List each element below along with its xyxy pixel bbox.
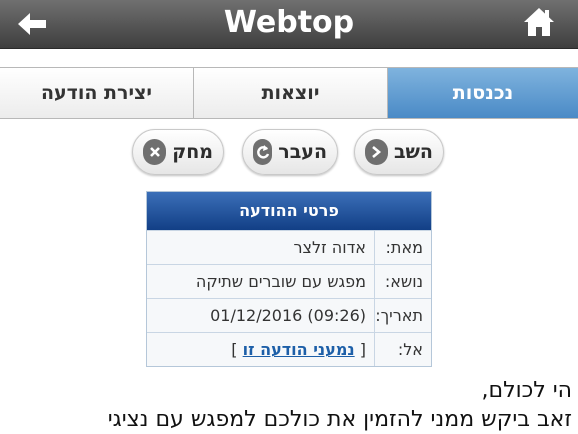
subject-value: מפגש עם שוברים שתיקה: [147, 265, 375, 298]
details-header: פרטי ההודעה: [147, 192, 431, 230]
to-value: [ נמעני הודעה זו ]: [147, 333, 375, 366]
to-bracket-open: [: [359, 340, 366, 359]
to-key: אל:: [397, 340, 423, 359]
date-text: 01/12/2016 (09:26): [210, 306, 366, 325]
message-actions: השב העבר מחק: [0, 129, 578, 177]
details-row-subject: נושא: מפגש עם שוברים שתיקה: [147, 264, 431, 298]
date-key: תאריך:: [375, 306, 423, 325]
message-details-table: פרטי ההודעה מאת: אדוה זלצר נושא: מפגש עם…: [146, 191, 432, 367]
delete-label: מחק: [172, 141, 213, 163]
tab-inbox[interactable]: נכנסות: [388, 68, 578, 118]
forward-label: העבר: [278, 141, 327, 163]
from-value: אדוה זלצר: [147, 231, 375, 264]
to-bracket-close: ]: [231, 340, 238, 359]
details-row-to: אל: [ נמעני הודעה זו ]: [147, 332, 431, 366]
reply-label: השב: [393, 141, 433, 163]
recipients-link[interactable]: נמעני הודעה זו: [243, 340, 355, 359]
mail-tabs: יצירת הודעה יוצאות נכנסות: [0, 67, 578, 119]
top-bar: Webtop: [0, 0, 578, 49]
forward-button[interactable]: העבר: [242, 129, 338, 175]
body-line-1: הי לכולם,: [481, 378, 572, 403]
message-body: הי לכולם, זאב ביקש ממני להזמין את כולכם …: [6, 376, 572, 434]
chevron-right-icon: [365, 139, 388, 165]
close-icon: [143, 139, 167, 165]
details-row-from: מאת: אדוה זלצר: [147, 230, 431, 264]
app-title: Webtop: [223, 5, 355, 40]
details-row-date: תאריך: 01/12/2016 (09:26): [147, 298, 431, 332]
home-icon[interactable]: [522, 4, 556, 40]
forward-arrow-icon: [253, 139, 273, 165]
body-line-2: זאב ביקש ממני להזמין את כולכם למפגש עם נ…: [107, 407, 572, 432]
subject-key: נושא:: [384, 272, 423, 291]
delete-button[interactable]: מחק: [132, 129, 224, 175]
tab-compose[interactable]: יצירת הודעה: [0, 68, 194, 118]
reply-button[interactable]: השב: [354, 129, 444, 175]
from-key: מאת:: [385, 238, 423, 257]
date-value: 01/12/2016 (09:26): [147, 299, 375, 332]
tab-sent[interactable]: יוצאות: [194, 68, 388, 118]
